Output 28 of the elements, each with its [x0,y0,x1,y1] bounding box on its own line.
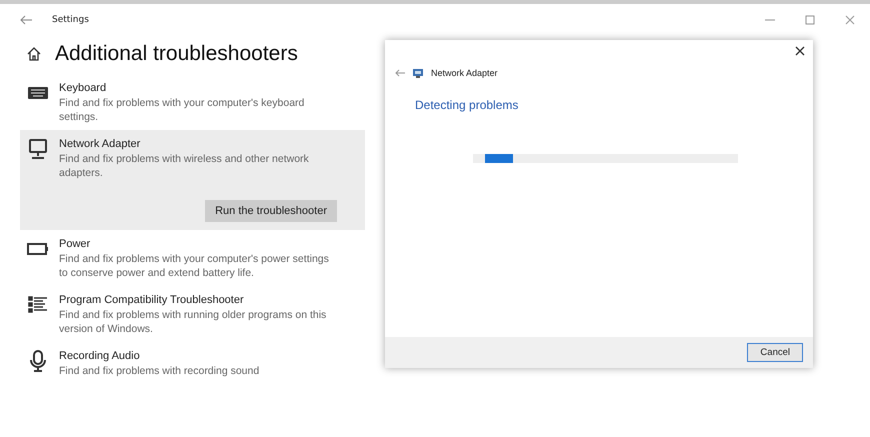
troubleshooter-description: Find and fix problems with wireless and other network adapters. [59,152,310,180]
troubleshooter-item[interactable]: Network Adapter Find and fix problems with wireless and other network adapters. Run the troubleshooter [20,130,365,230]
home-icon[interactable] [27,47,41,61]
troubleshooter-name: Power [59,238,92,250]
troubleshooter-item[interactable]: Power Find and fix problems with your computer's power settings to conserve power and extend battery life. [20,230,365,286]
troubleshooter-name: Recording Audio [59,350,141,362]
troubleshooter-description: Find and fix problems with running older programs on this version of Windows. [59,308,328,336]
troubleshooter-name: Network Adapter [59,138,142,150]
cancel-button[interactable]: Cancel [747,343,803,362]
program-icon [27,294,49,316]
window-title: Settings [52,15,89,25]
back-arrow-icon[interactable] [20,15,32,25]
dialog-title: Network Adapter [431,68,498,78]
page-title: Additional troubleshooters [55,42,298,66]
troubleshooter-item[interactable]: Program Compatibility Troubleshooter Find and fix problems with running older programs on this version of Windows. [20,286,365,342]
back-arrow-icon[interactable] [395,69,405,77]
troubleshooter-description: Find and fix problems with your computer's keyboard settings. [59,96,306,124]
troubleshooter-name: Program Compatibility Troubleshooter [59,294,245,306]
troubleshooter-item[interactable]: Keyboard Find and fix problems with your computer's keyboard settings. [20,74,365,130]
troubleshooter-description: Find and fix problems with your computer's power settings to conserve power and extend battery life. [59,252,329,280]
network-adapter-icon [413,68,423,78]
troubleshooter-description: Find and fix problems with recording sound [59,364,260,378]
troubleshooter-name: Keyboard [59,82,108,94]
status-text: Detecting problems [415,98,520,112]
close-icon[interactable] [795,46,805,56]
microphone-icon [27,350,49,372]
run-troubleshooter-button[interactable]: Run the troubleshooter [205,200,337,222]
troubleshooter-item[interactable]: Recording Audio Find and fix problems with recording sound [20,342,365,384]
